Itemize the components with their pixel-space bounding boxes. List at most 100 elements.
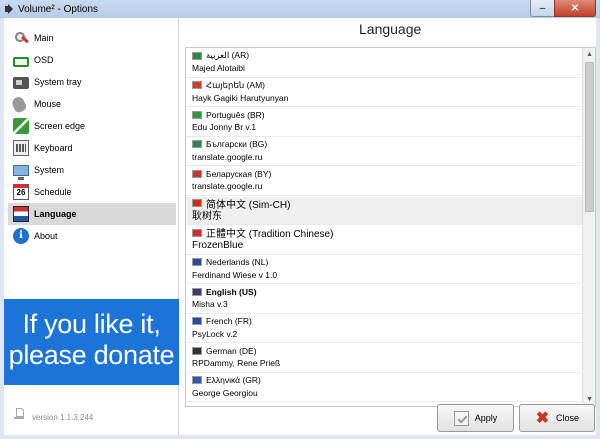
- sidebar: Main OSD System tray Mouse Screen edge K…: [4, 18, 179, 435]
- sidebar-item-label: System tray: [34, 77, 82, 87]
- language-author: translate.google.ru: [192, 181, 263, 191]
- language-row[interactable]: German (DE) RPDammy, Rene Prieß: [186, 344, 582, 373]
- donate-line-2: please donate: [8, 340, 175, 370]
- language-row[interactable]: 简体中文 (Sim-CH) 耿树东: [186, 196, 582, 225]
- language-author: Hayk Gagiki Harutyunyan: [192, 92, 289, 103]
- language-row-header: Հայերեն (AM): [192, 79, 582, 92]
- page-title: Language: [359, 21, 422, 37]
- language-author: FrozenBlue: [192, 240, 244, 251]
- flag-icon: [192, 317, 202, 325]
- flag-icon: [192, 110, 202, 119]
- language-row[interactable]: Беларуская (BY) translate.google.ru: [186, 167, 582, 196]
- language-row[interactable]: Հայերեն (AM) Hayk Gagiki Harutyunyan: [186, 79, 582, 107]
- sidebar-item-screen-edge[interactable]: Screen edge: [8, 115, 176, 137]
- sidebar-item-main[interactable]: Main: [8, 27, 176, 49]
- language-author: PsyLock v.2: [192, 328, 238, 339]
- sidebar-item-label: Language: [34, 209, 77, 219]
- language-row[interactable]: 正體中文 (Tradition Chinese) FrozenBlue: [186, 226, 582, 255]
- close-button[interactable]: ✖ Close: [519, 404, 595, 432]
- language-row-header: العربية (AR): [192, 49, 582, 62]
- sidebar-nav: Main OSD System tray Mouse Screen edge K…: [8, 27, 176, 247]
- main-icon: [13, 30, 29, 46]
- close-label: Close: [555, 413, 579, 423]
- scroll-thumb[interactable]: [585, 62, 594, 212]
- checkmark-icon: [453, 410, 469, 426]
- language-row[interactable]: English (US) Misha v.3: [186, 285, 582, 314]
- calendar-icon: 26: [13, 184, 29, 200]
- sidebar-item-label: Schedule: [34, 187, 72, 197]
- window-close-button[interactable]: ✕: [554, 0, 596, 17]
- scrollbar[interactable]: ▲ ▼: [582, 48, 595, 406]
- language-list[interactable]: العربية (AR) Majed Alotaibi Հայերեն (AM) Ha…: [185, 47, 596, 407]
- language-name: French (FR): [206, 316, 252, 326]
- language-name: Português (BR): [206, 109, 265, 120]
- language-author: RPDammy, Rene Prieß: [192, 358, 281, 368]
- language-author: George Georgiou: [192, 387, 258, 398]
- language-rows: العربية (AR) Majed Alotaibi Հայերեն (AM) Ha…: [186, 48, 582, 402]
- language-name: 简体中文 (Sim-CH): [206, 199, 291, 211]
- donate-banner[interactable]: If you like it, please donate: [4, 299, 179, 385]
- language-author: 耿树东: [192, 210, 222, 222]
- language-name: German (DE): [206, 345, 257, 356]
- language-row[interactable]: Português (BR) Edu Jonny Br v.1: [186, 108, 582, 137]
- sidebar-item-about[interactable]: i About: [8, 225, 176, 247]
- mouse-icon: [10, 94, 28, 114]
- sidebar-item-system[interactable]: System: [8, 159, 176, 181]
- tray-icon: [13, 77, 29, 89]
- title-bar: Volume² - Options – ✕: [0, 0, 600, 18]
- options-dialog: Main OSD System tray Mouse Screen edge K…: [4, 18, 596, 435]
- language-row-header: 正體中文 (Tradition Chinese): [192, 226, 582, 240]
- sidebar-item-label: Screen edge: [34, 121, 86, 131]
- language-author: Majed Alotaibi: [192, 63, 245, 73]
- sidebar-item-keyboard[interactable]: Keyboard: [8, 137, 176, 159]
- flag-icon: [192, 228, 202, 237]
- volume2-logo-icon: [14, 408, 26, 422]
- language-row[interactable]: Български (BG) translate.google.ru: [186, 138, 582, 166]
- language-row-header: Български (BG): [192, 138, 582, 151]
- flag-icon: [192, 346, 202, 355]
- flag-icon: [192, 258, 202, 266]
- apply-label: Apply: [474, 413, 498, 423]
- language-row-header: 简体中文 (Sim-CH): [192, 197, 582, 211]
- osd-icon: [13, 56, 29, 67]
- minimize-button[interactable]: –: [530, 0, 554, 17]
- apply-button[interactable]: Apply: [437, 404, 514, 432]
- language-author: Ferdinand Wiese v 1.0: [192, 269, 278, 280]
- info-icon: i: [13, 228, 29, 244]
- scroll-up-icon[interactable]: ▲: [583, 48, 595, 61]
- window-title: Volume² - Options: [18, 3, 99, 15]
- sidebar-item-label: OSD: [34, 55, 54, 65]
- system-icon: [13, 165, 29, 180]
- sidebar-item-label: Keyboard: [34, 143, 73, 153]
- flag-icon: [192, 287, 202, 296]
- version-info: version 1.1.3.244: [14, 408, 93, 422]
- language-row-header: Беларуская (BY): [192, 167, 582, 180]
- sidebar-item-label: System: [34, 165, 65, 175]
- sidebar-item-mouse[interactable]: Mouse: [8, 93, 176, 115]
- language-row[interactable]: العربية (AR) Majed Alotaibi: [186, 49, 582, 78]
- flag-icon: [192, 81, 202, 89]
- sidebar-item-schedule[interactable]: 26 Schedule: [8, 181, 176, 203]
- donate-line-1: If you like it,: [22, 309, 161, 339]
- language-row[interactable]: French (FR) PsyLock v.2: [186, 315, 582, 343]
- language-row-header: Nederlands (NL): [192, 256, 582, 269]
- flag-icon: [192, 140, 202, 148]
- flag-icon: [13, 206, 29, 222]
- language-row-header: Ελληνικά (GR): [192, 374, 582, 387]
- screen-edge-icon: [13, 118, 29, 134]
- flag-icon: [192, 376, 202, 384]
- sidebar-item-label: Main: [34, 33, 54, 43]
- language-author: translate.google.ru: [192, 151, 263, 162]
- sidebar-item-system-tray[interactable]: System tray: [8, 71, 176, 93]
- sidebar-item-osd[interactable]: OSD: [8, 49, 176, 71]
- version-label: version 1.1.3.244: [32, 413, 94, 422]
- flag-icon: [192, 51, 202, 60]
- language-row-header: German (DE): [192, 344, 582, 357]
- language-row[interactable]: Nederlands (NL) Ferdinand Wiese v 1.0: [186, 256, 582, 284]
- language-name: Nederlands (NL): [206, 257, 269, 267]
- language-row[interactable]: Ελληνικά (GR) George Georgiou: [186, 374, 582, 402]
- sidebar-item-language[interactable]: Language: [8, 203, 176, 225]
- language-name: 正體中文 (Tradition Chinese): [206, 229, 334, 240]
- close-icon: ✖: [535, 409, 550, 427]
- speaker-icon: [4, 4, 14, 14]
